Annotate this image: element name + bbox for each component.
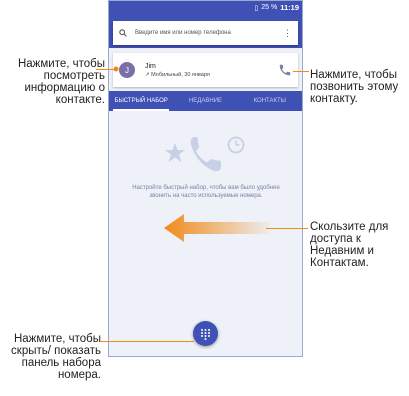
swipe-left-arrow [164, 214, 270, 242]
tab-recent[interactable]: НЕДАВНИЕ [173, 91, 237, 111]
contact-name: Jim [145, 62, 156, 70]
clock-icon [227, 136, 245, 154]
status-time: 11:19 [280, 3, 299, 12]
star-icon [165, 143, 185, 162]
dialpad-button[interactable] [193, 321, 218, 346]
callout-line-dialpad [100, 341, 194, 342]
callout-dot-view-contact [113, 66, 119, 72]
tab-bar: БЫСТРЫЙ НАБОР НЕДАВНИЕ КОНТАКТЫ [109, 91, 302, 111]
phone-icon [190, 137, 221, 172]
contact-detail: Мобильный, 30 января [151, 71, 210, 78]
tab-speed-dial[interactable]: БЫСТРЫЙ НАБОР [109, 91, 173, 111]
tab-contacts[interactable]: КОНТАКТЫ [238, 91, 302, 111]
callout-call-contact: Нажмите, чтобы позвонить этому контакту. [310, 69, 399, 105]
call-icon[interactable] [278, 63, 292, 77]
avatar[interactable]: J [119, 62, 135, 78]
callout-dialpad: Нажмите, чтобы скрыть/ показать панель н… [11, 333, 101, 381]
callout-swipe: Скользите для доступа к Недавним и Конта… [310, 221, 389, 269]
more-options-icon[interactable]: ⋮ [283, 28, 292, 39]
callout-view-contact: Нажмите, чтобы посмотреть информацию о к… [17, 58, 105, 106]
speed-dial-empty-illustration [165, 136, 245, 172]
search-placeholder: Введите имя или номер телефона [135, 30, 231, 36]
dialpad-icon [201, 328, 210, 340]
phone-screen: ▯ 25 % 11:19 Введите имя или номер телеф… [108, 0, 303, 357]
recent-contact-card[interactable]: J Jim ↗ Мобильный, 30 января [113, 53, 298, 87]
callout-line-call-contact [293, 71, 309, 72]
speed-dial-empty-text: Настройте быстрый набор, чтобы вам было … [132, 185, 280, 199]
callout-line-swipe [266, 228, 308, 229]
battery-label: 25 % [261, 4, 278, 11]
search-bar[interactable]: Введите имя или номер телефона ⋮ [113, 21, 298, 45]
status-bar: ▯ 25 % 11:19 [109, 1, 302, 14]
callout-line-view-contact [96, 69, 114, 70]
outgoing-call-icon: ↗ [145, 71, 150, 78]
sim-icon: ▯ [254, 4, 259, 12]
search-icon [119, 29, 127, 37]
